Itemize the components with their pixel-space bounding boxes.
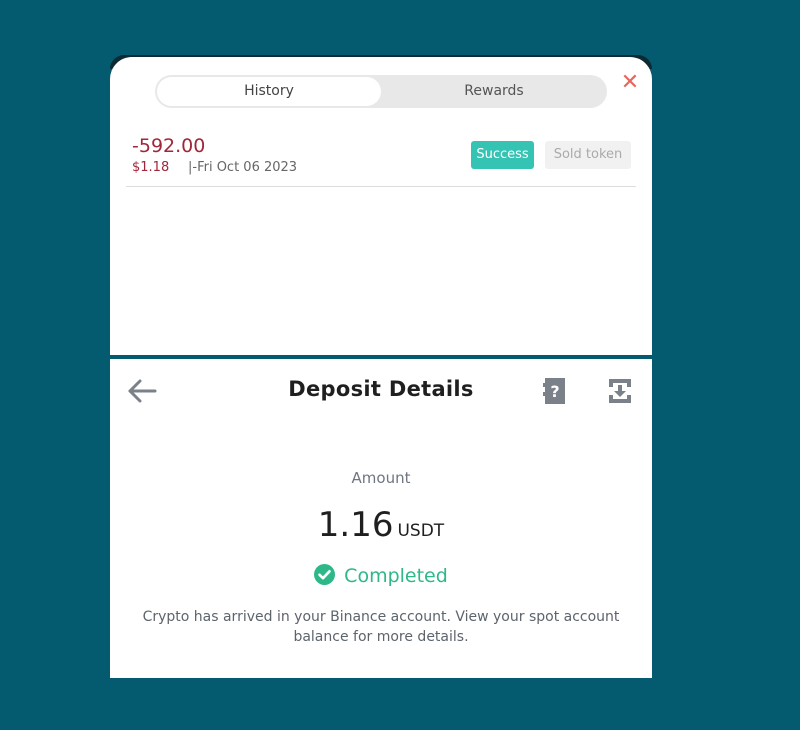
- transaction-date: |-Fri Oct 06 2023: [188, 160, 298, 175]
- transaction-amount: -592.00: [132, 135, 206, 157]
- tab-rewards[interactable]: Rewards: [383, 77, 605, 106]
- svg-text:?: ?: [550, 382, 559, 401]
- amount-label: Amount: [351, 469, 411, 487]
- amount-value: 1.16: [317, 505, 394, 545]
- amount-display: 1.16 USDT: [110, 505, 652, 545]
- check-circle-icon: [314, 564, 336, 585]
- page-title: Deposit Details: [288, 377, 474, 401]
- help-icon[interactable]: ?: [542, 376, 568, 406]
- deposit-details-panel: Deposit Details ? Amount 1.16 USDT Comple…: [110, 359, 652, 678]
- transaction-usd-value: $1.18: [132, 160, 170, 175]
- divider: [126, 186, 636, 187]
- tab-switcher: History Rewards: [155, 75, 607, 108]
- download-icon[interactable]: [607, 377, 633, 405]
- amount-unit: USDT: [397, 521, 445, 541]
- status-completed: Completed: [110, 564, 652, 587]
- type-badge: Sold token: [545, 141, 631, 169]
- status-badge: Success: [471, 141, 534, 169]
- close-icon[interactable]: ✕: [620, 72, 640, 94]
- description-text: Crypto has arrived in your Binance accou…: [142, 609, 620, 645]
- status-text: Completed: [344, 565, 448, 587]
- transaction-history-panel: History Rewards ✕ -592.00 $1.18 |-Fri Oc…: [110, 57, 652, 355]
- tab-history[interactable]: History: [157, 77, 381, 106]
